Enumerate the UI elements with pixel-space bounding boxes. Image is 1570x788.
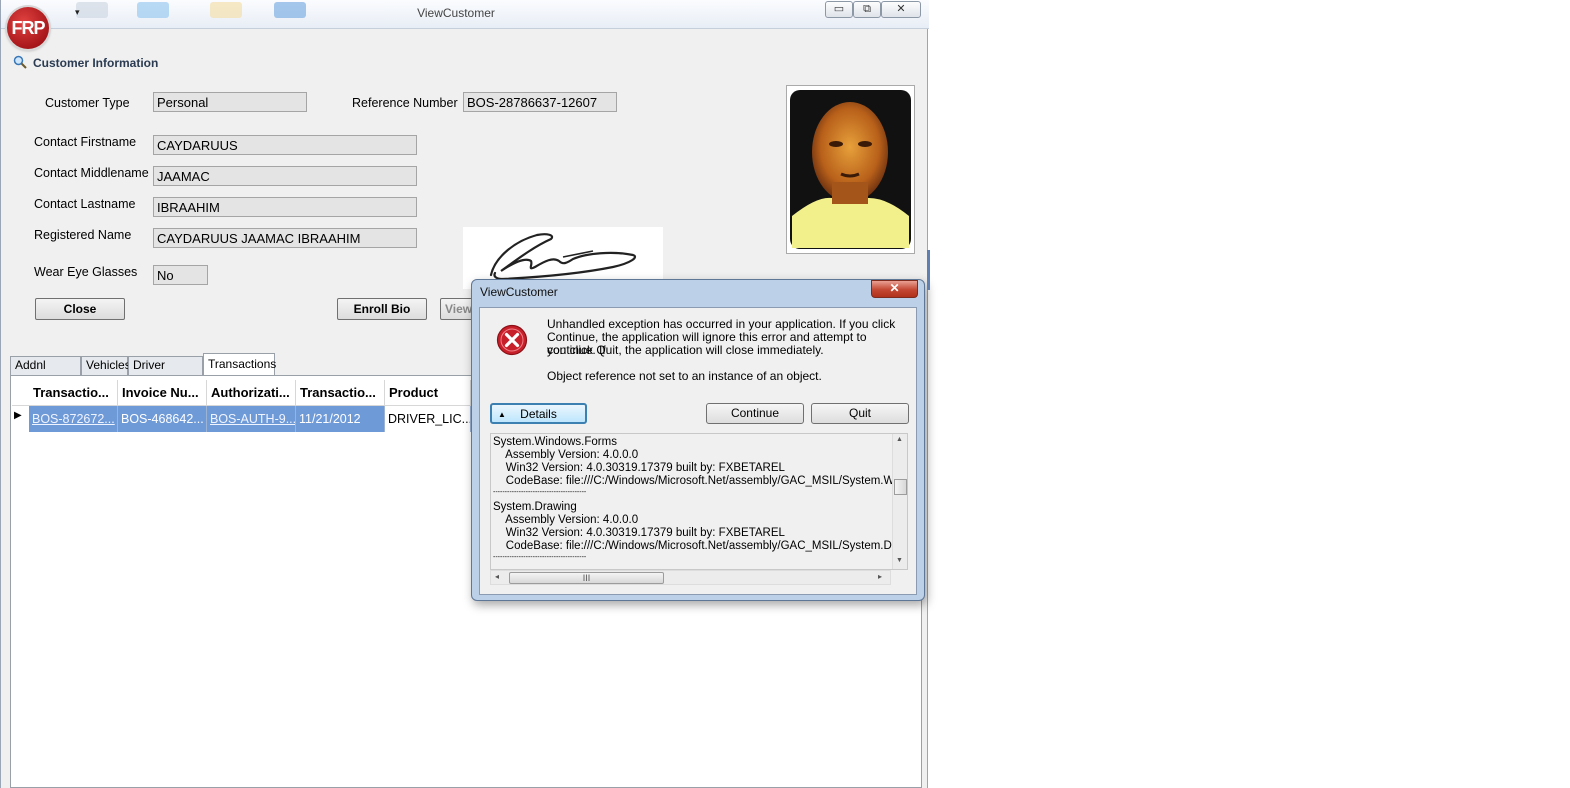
reference-number-field[interactable]: BOS-28786637-12607	[463, 92, 617, 112]
section-title: Customer Information	[33, 56, 159, 70]
log-line: Assembly Version: 4.0.0.0	[493, 514, 639, 526]
column-header-transaction-date[interactable]: Transactio...	[296, 380, 385, 405]
scroll-down-icon[interactable]: ▼	[896, 557, 903, 564]
log-line: ----------------------------------------	[493, 489, 587, 496]
exception-details-text[interactable]: System.Windows.Forms Assembly Version: 4…	[490, 433, 908, 570]
table-cell-transaction[interactable]: BOS-872672...	[29, 406, 118, 432]
log-line: ----------------------------------------	[493, 554, 587, 561]
section-header: Customer Information	[13, 55, 158, 70]
quick-access-icon[interactable]	[76, 2, 108, 18]
tab-driver-license[interactable]: Driver License	[128, 356, 203, 389]
horizontal-scroll-thumb[interactable]: III	[509, 572, 664, 584]
scroll-left-icon[interactable]: ◂	[495, 572, 499, 581]
middlename-label: Contact Middlename	[34, 166, 149, 180]
eye-glasses-label: Wear Eye Glasses	[34, 265, 138, 279]
tab-vehicles[interactable]: Vehicles	[81, 356, 131, 375]
table-cell-authorization[interactable]: BOS-AUTH-9...	[207, 406, 296, 432]
close-window-button[interactable]: ✕	[881, 1, 921, 18]
reference-number-label: Reference Number	[352, 96, 458, 110]
error-icon	[496, 324, 528, 356]
column-header-authorization[interactable]: Authorizati...	[207, 380, 296, 405]
close-button[interactable]: Close	[35, 298, 125, 320]
log-line: System.Windows.Forms	[493, 436, 617, 448]
details-button-label: Details	[520, 407, 557, 421]
log-line: Assembly Version: 4.0.0.0	[493, 449, 639, 461]
search-icon	[13, 55, 27, 69]
exception-dialog: ViewCustomer ✕ Unhandled exception has o…	[471, 279, 925, 601]
registered-name-label: Registered Name	[34, 228, 132, 242]
registered-name-field[interactable]: CAYDARUUS JAAMAC IBRAAHIM	[153, 228, 417, 248]
dialog-close-button[interactable]: ✕	[871, 280, 918, 298]
toolbar-icon-1[interactable]	[137, 2, 169, 18]
log-line: System.Drawing	[493, 501, 577, 513]
minimize-button[interactable]: ▭	[825, 1, 853, 18]
enroll-bio-button[interactable]: Enroll Bio	[337, 298, 427, 320]
quit-button[interactable]: Quit	[811, 403, 909, 424]
collapse-arrow-icon: ▲	[498, 410, 506, 419]
dialog-body: Unhandled exception has occurred in your…	[479, 307, 917, 595]
eye-glasses-field[interactable]: No	[153, 265, 208, 285]
error-detail-message: Object reference not set to an instance …	[547, 369, 822, 383]
window-title: ViewCustomer	[417, 6, 495, 20]
restore-button[interactable]: ⧉	[853, 1, 881, 18]
table-cell-invoice[interactable]: BOS-468642...	[118, 406, 207, 432]
customer-type-field[interactable]: Personal	[153, 92, 307, 112]
customer-type-label: Customer Type	[45, 96, 130, 110]
quick-access-dropdown-icon[interactable]: ▾	[75, 7, 80, 18]
title-bar: ▾ ViewCustomer ▭ ⧉ ✕	[1, 0, 929, 29]
firstname-label: Contact Firstname	[34, 135, 137, 149]
table-cell-product[interactable]: DRIVER_LIC...	[385, 406, 471, 432]
customer-photo	[786, 85, 915, 254]
app-logo[interactable]: FRP	[7, 7, 49, 49]
dialog-title: ViewCustomer	[480, 285, 558, 299]
lastname-field[interactable]: IBRAAHIM	[153, 197, 417, 217]
background-window-edge	[927, 250, 930, 290]
column-header-transaction[interactable]: Transactio...	[29, 380, 118, 405]
column-header-product[interactable]: Product	[385, 380, 471, 405]
column-header-invoice[interactable]: Invoice Nu...	[118, 380, 207, 405]
details-button[interactable]: ▲ Details	[490, 403, 587, 424]
toolbar-icon-2[interactable]	[210, 2, 242, 18]
tab-transactions[interactable]: Transactions	[203, 353, 276, 376]
table-cell-transaction-date[interactable]: 11/21/2012	[296, 406, 385, 432]
vertical-scrollbar[interactable]: ▲ ▼	[892, 434, 907, 569]
vertical-scroll-thumb[interactable]	[894, 479, 907, 495]
tab-addnl-details[interactable]: Addnl Details	[10, 356, 81, 389]
lastname-label: Contact Lastname	[34, 197, 136, 211]
scroll-up-icon[interactable]: ▲	[896, 436, 903, 443]
log-line: Win32 Version: 4.0.30319.17379 built by:…	[493, 462, 785, 474]
toolbar-icon-3[interactable]	[274, 2, 306, 18]
horizontal-scrollbar[interactable]: ◂ III ▸	[490, 570, 891, 585]
firstname-field[interactable]: CAYDARUUS	[153, 135, 417, 155]
error-message-line-3: you click Quit, the application will clo…	[547, 343, 824, 357]
row-indicator-icon: ▶	[14, 410, 22, 421]
scroll-right-icon[interactable]: ▸	[878, 572, 882, 581]
log-line: Win32 Version: 4.0.30319.17379 built by:…	[493, 527, 785, 539]
continue-button[interactable]: Continue	[706, 403, 804, 424]
middlename-field[interactable]: JAAMAC	[153, 166, 417, 186]
